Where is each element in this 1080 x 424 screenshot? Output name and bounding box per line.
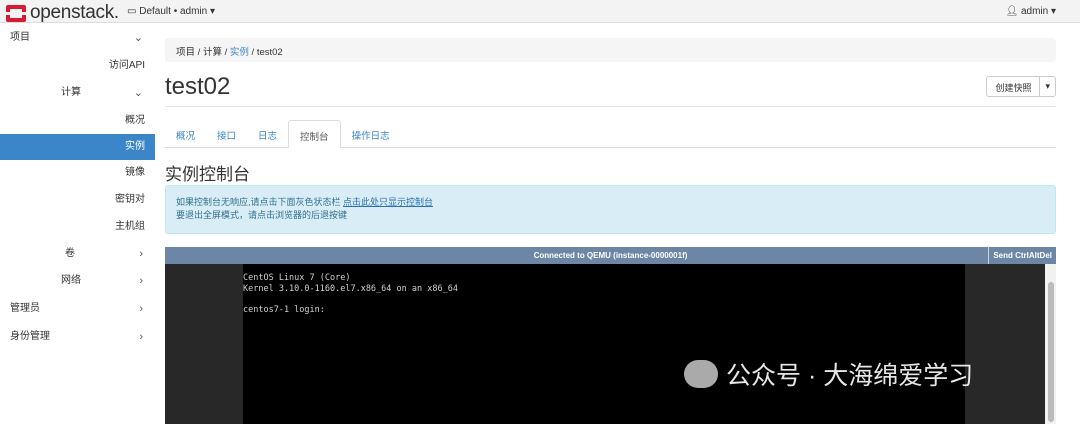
section-title: 实例控制台 [165,165,250,184]
divider [165,106,1056,107]
sidebar: 项目 ⌄ 访问API 计算 ⌄ 概况 实例 镜像 密钥对 主机组 卷 › 网络 › 管理… [0,23,155,418]
tab-log[interactable]: 日志 [247,120,288,148]
sidebar-item-images[interactable]: 镜像 [0,160,155,186]
sidebar-item-keypairs[interactable]: 密钥对 [0,187,155,213]
sidebar-item-identity[interactable]: 身份管理 › [0,324,155,350]
console-only-link[interactable]: 点击此处只显示控制台 [343,197,433,207]
console-status-bar[interactable]: Connected to QEMU (instance-0000001f) Sen… [165,247,1056,264]
sidebar-item-project[interactable]: 项目 ⌄ [0,25,155,51]
sidebar-item-volumes[interactable]: 卷 › [0,241,155,267]
logo-icon [5,4,27,22]
breadcrumb-link-instances[interactable]: 实例 [230,47,249,58]
user-icon: 👤︎ [1005,6,1021,17]
chevron-down-icon: ⌄ [133,87,143,99]
instance-tabs: 概况 接口 日志 控制台 操作日志 [165,120,1056,148]
vnc-console[interactable]: CentOS Linux 7 (Core) Kernel 3.10.0-1160… [165,264,1045,424]
create-snapshot-button-group: 创建快照 ▾ [986,76,1056,97]
sidebar-item-admin[interactable]: 管理员 › [0,296,155,322]
sidebar-item-instances[interactable]: 实例 [0,134,155,160]
sidebar-item-server-groups[interactable]: 主机组 [0,214,155,240]
scrollbar[interactable] [1045,264,1056,424]
project-icon: ▭ [127,6,140,17]
scrollbar-thumb[interactable] [1048,282,1054,422]
sidebar-item-compute[interactable]: 计算 ⌄ [0,80,155,106]
caret-down-icon[interactable]: ▾ [1039,77,1055,96]
tab-action-log[interactable]: 操作日志 [341,120,401,148]
page-title: test02 [165,73,231,100]
sidebar-item-overview[interactable]: 概况 [0,108,155,134]
tab-interfaces[interactable]: 接口 [206,120,247,148]
create-snapshot-button[interactable]: 创建快照 [987,77,1039,96]
sidebar-item-network[interactable]: 网络 › [0,268,155,294]
send-ctrl-alt-del-button[interactable]: Send CtrlAltDel [988,247,1056,264]
chevron-down-icon: ⌄ [133,32,143,44]
top-navbar: openstack. ▭ Default • admin ▾ 👤︎ admin … [0,0,1080,23]
breadcrumb: 项目 / 计算 / 实例 / test02 [165,38,1056,62]
chevron-right-icon: › [139,331,143,343]
chevron-right-icon: › [139,303,143,315]
console-screen[interactable]: CentOS Linux 7 (Core) Kernel 3.10.0-1160… [243,264,965,424]
console-info-alert: 如果控制台无响应,请点击下面灰色状态栏 点击此处只显示控制台 要退出全屏模式，请… [165,185,1056,234]
project-selector[interactable]: ▭ Default • admin ▾ [127,6,215,17]
tab-overview[interactable]: 概况 [165,120,206,148]
chevron-right-icon: › [139,275,143,287]
wechat-icon [684,360,718,388]
watermark: 公众号 · 大海绵爱学习 [684,356,973,392]
chevron-right-icon: › [139,248,143,260]
user-menu[interactable]: 👤︎ admin ▾ [1005,6,1056,17]
openstack-logo[interactable]: openstack. [5,2,119,24]
sidebar-item-api-access[interactable]: 访问API [0,53,155,79]
tab-console[interactable]: 控制台 [288,120,341,148]
